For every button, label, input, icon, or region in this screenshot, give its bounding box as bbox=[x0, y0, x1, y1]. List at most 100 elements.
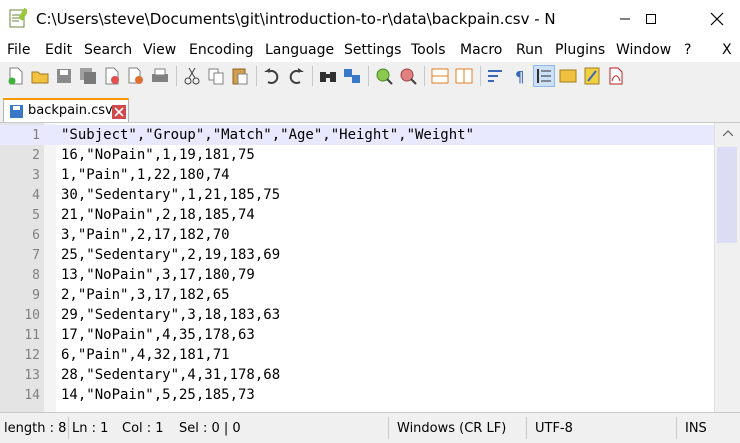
status-insert-mode[interactable]: INS bbox=[685, 421, 707, 436]
macro-record-icon[interactable] bbox=[582, 66, 602, 86]
menu-plugins[interactable]: Plugins bbox=[555, 42, 605, 58]
editor-line[interactable]: 3 1,"Pain",1,22,180,74 bbox=[0, 165, 714, 185]
pdf-icon[interactable] bbox=[606, 66, 626, 86]
editor-line[interactable]: 13 28,"Sedentary",4,31,178,68 bbox=[0, 365, 714, 385]
close-document-button[interactable]: X bbox=[722, 42, 732, 58]
editor-line[interactable]: 5 21,"NoPain",2,18,185,74 bbox=[0, 205, 714, 225]
word-wrap-icon[interactable] bbox=[486, 66, 506, 86]
status-separator bbox=[388, 417, 389, 439]
vertical-scrollbar[interactable] bbox=[714, 123, 740, 412]
editor-line[interactable]: 10 29,"Sedentary",3,18,183,63 bbox=[0, 305, 714, 325]
show-all-characters-icon[interactable]: ¶ bbox=[510, 66, 530, 86]
tab-backpain-csv[interactable]: backpain.csv bbox=[3, 98, 129, 122]
save-icon[interactable] bbox=[54, 66, 74, 86]
undo-icon[interactable] bbox=[262, 66, 282, 86]
toolbar-separator bbox=[176, 66, 177, 86]
editor-line[interactable]: 14 14,"NoPain",5,25,185,73 bbox=[0, 385, 714, 405]
sync-vertical-icon[interactable] bbox=[430, 66, 450, 86]
menu-tools[interactable]: Tools bbox=[411, 42, 446, 58]
copy-icon[interactable] bbox=[206, 66, 226, 86]
menu-macro[interactable]: Macro bbox=[460, 42, 502, 58]
replace-icon[interactable] bbox=[342, 66, 362, 86]
status-separator bbox=[676, 417, 677, 439]
line-text[interactable]: 28,"Sedentary",4,31,178,68 bbox=[61, 367, 280, 383]
menu-settings[interactable]: Settings bbox=[344, 42, 401, 58]
editor-line[interactable]: 11 17,"NoPain",4,35,178,63 bbox=[0, 325, 714, 345]
redo-icon[interactable] bbox=[286, 66, 306, 86]
menu-language[interactable]: Language bbox=[265, 42, 334, 58]
menu-view[interactable]: View bbox=[143, 42, 176, 58]
window-title: C:\Users\steve\Documents\git\introductio… bbox=[36, 10, 556, 28]
menu-search[interactable]: Search bbox=[84, 42, 132, 58]
editor-line[interactable]: 8 13,"NoPain",3,17,180,79 bbox=[0, 265, 714, 285]
cut-icon[interactable] bbox=[182, 66, 202, 86]
indent-guide-icon[interactable] bbox=[533, 65, 555, 87]
menu-window[interactable]: Window bbox=[616, 42, 671, 58]
toolbar-separator bbox=[480, 66, 481, 86]
save-all-icon[interactable] bbox=[78, 66, 98, 86]
line-text[interactable]: 2,"Pain",3,17,182,65 bbox=[61, 287, 230, 303]
status-encoding[interactable]: UTF-8 bbox=[535, 421, 573, 436]
maximize-button[interactable] bbox=[628, 0, 674, 38]
line-text[interactable]: 29,"Sedentary",3,18,183,63 bbox=[61, 307, 280, 323]
paste-icon[interactable] bbox=[230, 66, 250, 86]
editor-area[interactable]: 1 "Subject","Group","Match","Age","Height… bbox=[0, 122, 740, 412]
close-window-button[interactable] bbox=[694, 0, 740, 38]
close-icon bbox=[710, 12, 724, 26]
line-text[interactable]: 30,"Sedentary",1,21,185,75 bbox=[61, 187, 280, 203]
line-text[interactable]: 21,"NoPain",2,18,185,74 bbox=[61, 207, 255, 223]
status-column: Col : 1 bbox=[122, 421, 164, 436]
editor-line[interactable]: 7 25,"Sedentary",2,19,183,69 bbox=[0, 245, 714, 265]
scroll-thumb[interactable] bbox=[717, 147, 737, 243]
document-map-icon[interactable] bbox=[558, 66, 578, 86]
line-text[interactable]: 13,"NoPain",3,17,180,79 bbox=[61, 267, 255, 283]
status-eol-format[interactable]: Windows (CR LF) bbox=[397, 421, 506, 436]
editor-line[interactable]: 9 2,"Pain",3,17,182,65 bbox=[0, 285, 714, 305]
menu-edit[interactable]: Edit bbox=[45, 42, 72, 58]
tab-label: backpain.csv bbox=[28, 103, 113, 118]
editor-line[interactable]: 1 "Subject","Group","Match","Age","Height… bbox=[0, 125, 714, 145]
line-text[interactable]: 16,"NoPain",1,19,181,75 bbox=[61, 147, 255, 163]
open-file-icon[interactable] bbox=[30, 66, 50, 86]
find-icon[interactable] bbox=[318, 66, 338, 86]
line-text[interactable]: 3,"Pain",2,17,182,70 bbox=[61, 227, 230, 243]
line-text[interactable]: 25,"Sedentary",2,19,183,69 bbox=[61, 247, 280, 263]
line-number: 9 bbox=[32, 288, 40, 303]
toolbar-separator bbox=[368, 66, 369, 86]
line-number: 8 bbox=[32, 268, 40, 283]
maximize-icon bbox=[646, 14, 656, 24]
menu-encoding[interactable]: Encoding bbox=[189, 42, 254, 58]
tab-close-icon[interactable] bbox=[112, 105, 126, 119]
line-text[interactable]: "Subject","Group","Match","Age","Height"… bbox=[61, 127, 474, 143]
menu-run[interactable]: Run bbox=[516, 42, 543, 58]
zoom-in-icon[interactable] bbox=[374, 66, 394, 86]
menu-file[interactable]: File bbox=[7, 42, 30, 58]
menu-help[interactable]: ? bbox=[684, 42, 691, 58]
title-bar: C:\Users\steve\Documents\git\introductio… bbox=[0, 0, 740, 38]
line-number: 4 bbox=[32, 188, 40, 203]
editor-line[interactable]: 12 6,"Pain",4,32,181,71 bbox=[0, 345, 714, 365]
line-text[interactable]: 17,"NoPain",4,35,178,63 bbox=[61, 327, 255, 343]
line-number: 1 bbox=[32, 128, 40, 143]
editor-line[interactable]: 2 16,"NoPain",1,19,181,75 bbox=[0, 145, 714, 165]
sync-horizontal-icon[interactable] bbox=[454, 66, 474, 86]
scroll-up-button[interactable] bbox=[715, 123, 740, 143]
close-icon[interactable] bbox=[102, 66, 122, 86]
editor-line[interactable]: 6 3,"Pain",2,17,182,70 bbox=[0, 225, 714, 245]
line-number: 5 bbox=[32, 208, 40, 223]
notepad-plus-plus-app-icon[interactable] bbox=[9, 8, 27, 28]
toolbar: ¶ bbox=[0, 62, 740, 90]
line-number: 13 bbox=[24, 368, 40, 383]
svg-text:¶: ¶ bbox=[515, 68, 525, 86]
zoom-out-icon[interactable] bbox=[398, 66, 418, 86]
close-all-icon[interactable] bbox=[126, 66, 146, 86]
line-text[interactable]: 14,"NoPain",5,25,185,73 bbox=[61, 387, 255, 403]
toolbar-separator bbox=[424, 66, 425, 86]
menu-bar: File Edit Search View Encoding Language … bbox=[0, 38, 740, 62]
line-text[interactable]: 1,"Pain",1,22,180,74 bbox=[61, 167, 230, 183]
chevron-up-icon bbox=[722, 130, 733, 136]
editor-line[interactable]: 4 30,"Sedentary",1,21,185,75 bbox=[0, 185, 714, 205]
new-file-icon[interactable] bbox=[6, 66, 26, 86]
line-text[interactable]: 6,"Pain",4,32,181,71 bbox=[61, 347, 230, 363]
print-icon[interactable] bbox=[150, 66, 170, 86]
